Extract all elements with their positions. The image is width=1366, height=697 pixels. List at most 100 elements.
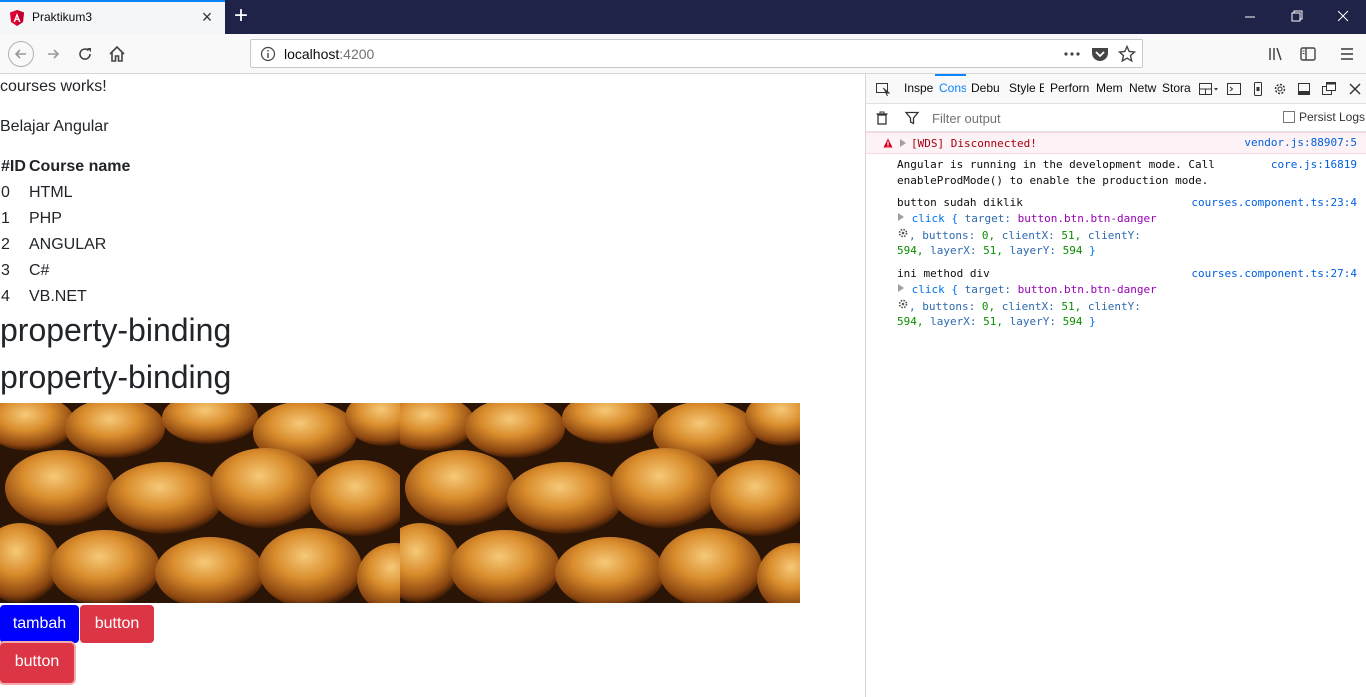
event-value: 594,	[897, 244, 924, 257]
url-bar[interactable]: localhost:4200	[250, 39, 1143, 68]
expand-arrow-icon[interactable]	[899, 138, 907, 148]
separate-window-icon[interactable]	[1321, 81, 1337, 97]
tab-style-editor[interactable]: Style E	[1009, 81, 1044, 95]
filter-output-input[interactable]: Filter output	[932, 111, 1001, 126]
event-key: clientX:	[1001, 300, 1055, 313]
library-icon[interactable]	[1264, 42, 1288, 66]
page-actions-icon[interactable]	[1063, 47, 1081, 61]
gear-node-icon[interactable]	[897, 298, 909, 310]
event-key: target:	[964, 283, 1011, 296]
event-object-line: , buttons: 0, clientX: 51, clientY:	[897, 298, 1141, 315]
log-source-link[interactable]: courses.component.ts:27:4	[1191, 266, 1357, 282]
close-window-icon[interactable]	[1333, 6, 1353, 26]
frame-select-icon[interactable]	[1198, 81, 1220, 97]
log-source-link[interactable]: courses.component.ts:23:4	[1191, 195, 1357, 211]
subtitle-text: Belajar Angular	[0, 118, 109, 135]
tab-close-icon[interactable]: ×	[199, 8, 215, 26]
log-title: ini method div	[897, 267, 990, 280]
tab-storage[interactable]: Stora	[1162, 81, 1192, 95]
info-icon[interactable]	[260, 46, 276, 62]
event-value[interactable]: button.btn.btn-danger	[1018, 212, 1157, 225]
devtools-toolbar: Inspe Cons Debu Style E Perforn Mem Netw…	[866, 74, 1366, 104]
settings-gear-icon[interactable]	[1272, 81, 1288, 97]
reload-icon[interactable]	[73, 42, 97, 66]
sidebar-icon[interactable]	[1296, 42, 1320, 66]
console-split-icon[interactable]	[1226, 81, 1242, 97]
bread-image	[0, 403, 400, 603]
property-binding-heading: property-binding	[0, 359, 232, 395]
responsive-design-icon[interactable]	[1250, 81, 1266, 97]
event-key: buttons:	[922, 229, 976, 242]
event-value: 51,	[983, 244, 1003, 257]
close-devtools-icon[interactable]	[1347, 81, 1363, 97]
minimize-icon[interactable]	[1240, 6, 1260, 26]
event-value: 594,	[897, 315, 924, 328]
filter-funnel-icon[interactable]	[904, 110, 920, 126]
danger-button[interactable]: button	[80, 605, 154, 643]
expand-arrow-icon[interactable]	[897, 283, 905, 293]
persist-logs-checkbox[interactable]: Persist Logs	[1283, 110, 1365, 124]
course-id: 2	[1, 236, 10, 253]
course-id: 1	[1, 210, 10, 227]
restore-icon[interactable]	[1287, 6, 1307, 26]
event-key: clientY:	[1087, 300, 1141, 313]
courses-works-text: courses works!	[0, 78, 107, 95]
event-object-line[interactable]: click { target: button.btn.btn-danger	[897, 282, 1157, 298]
info-source-link[interactable]: core.js:16819	[1271, 157, 1357, 173]
dock-bottom-icon[interactable]	[1296, 81, 1312, 97]
course-id: 0	[1, 184, 10, 201]
bread-image	[400, 403, 800, 603]
event-key: target:	[964, 212, 1011, 225]
browser-tab[interactable]: Praktikum3 ×	[0, 0, 225, 34]
event-type: click	[911, 283, 945, 296]
danger-button-focused[interactable]: button	[0, 643, 74, 683]
forward-arrow-icon[interactable]	[41, 42, 65, 66]
event-value: 594	[1062, 244, 1083, 257]
event-value: 51,	[1061, 229, 1082, 242]
event-value: 51,	[983, 315, 1003, 328]
error-source-link[interactable]: vendor.js:88907:5	[1244, 136, 1357, 149]
log-error-entry: [WDS] Disconnected! vendor.js:88907:5	[866, 132, 1366, 154]
tab-console[interactable]: Cons	[939, 81, 966, 95]
event-key: layerX:	[930, 244, 977, 257]
home-icon[interactable]	[105, 42, 129, 66]
header-id: #ID	[1, 158, 26, 175]
gear-node-icon[interactable]	[897, 227, 909, 239]
tab-debugger[interactable]: Debu	[971, 81, 1002, 95]
tambah-button[interactable]: tambah	[0, 605, 79, 643]
event-key: layerX:	[930, 315, 977, 328]
url-text[interactable]: localhost:4200	[284, 46, 374, 62]
log-info-line: enableProdMode() to enable the productio…	[897, 174, 1209, 187]
event-key: buttons:	[922, 300, 976, 313]
tab-network[interactable]: Netw	[1129, 81, 1157, 95]
event-key: clientY:	[1087, 229, 1141, 242]
event-value: 51,	[1061, 300, 1082, 313]
header-course-name: Course name	[29, 158, 131, 175]
new-tab-icon[interactable]: +	[230, 3, 252, 29]
checkbox-box[interactable]	[1283, 111, 1295, 123]
tab-inspector[interactable]: Inspe	[904, 81, 933, 95]
event-object-line: 594, layerX: 51, layerY: 594 }	[897, 315, 1096, 328]
course-id: 4	[1, 288, 10, 305]
trash-icon[interactable]	[874, 110, 890, 126]
warning-icon	[883, 138, 893, 148]
event-object-line[interactable]: click { target: button.btn.btn-danger	[897, 211, 1157, 227]
url-host: localhost	[284, 46, 340, 62]
bookmark-star-icon[interactable]	[1118, 45, 1136, 63]
pocket-icon[interactable]	[1091, 46, 1109, 62]
course-name: VB.NET	[29, 288, 87, 305]
browser-navbar: localhost:4200	[0, 34, 1366, 74]
event-key: layerY:	[1009, 315, 1056, 328]
tab-performance[interactable]: Perforn	[1050, 81, 1090, 95]
course-name: ANGULAR	[29, 236, 107, 253]
event-value[interactable]: button.btn.btn-danger	[1018, 283, 1157, 296]
element-picker-icon[interactable]	[875, 81, 891, 97]
hamburger-menu-icon[interactable]	[1335, 42, 1359, 66]
expand-arrow-icon[interactable]	[897, 212, 905, 222]
tab-memory[interactable]: Mem	[1096, 81, 1124, 95]
url-port: :4200	[339, 46, 375, 62]
event-key: clientX:	[1001, 229, 1055, 242]
back-arrow-icon[interactable]	[8, 41, 34, 67]
event-value: 594	[1062, 315, 1083, 328]
event-key: layerY:	[1009, 244, 1056, 257]
